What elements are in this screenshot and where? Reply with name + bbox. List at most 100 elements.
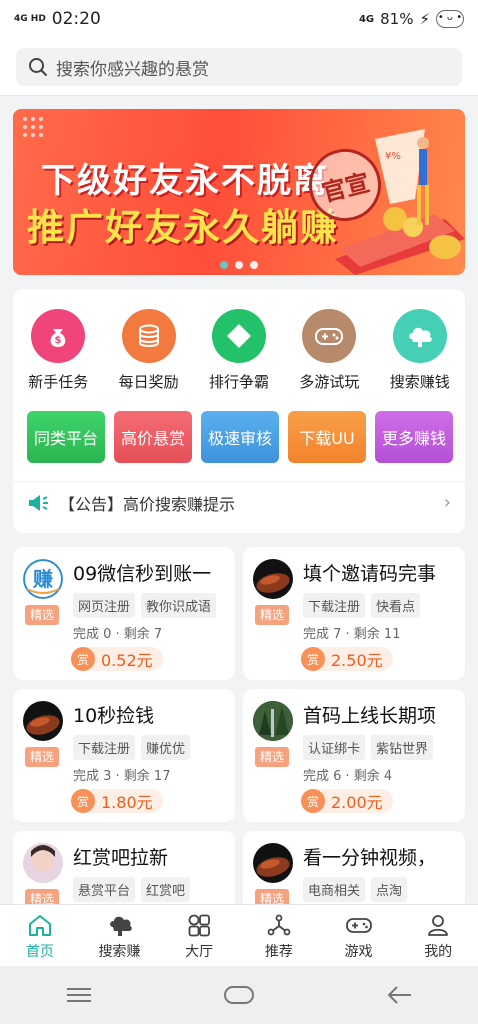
- task-avatar: 赚: [23, 559, 63, 599]
- forest-avatar-icon: [253, 701, 293, 741]
- status-right: 4G 81% ⚡ • ᴗ •: [359, 10, 464, 28]
- shortcut-label: 多游试玩: [299, 373, 360, 391]
- dots-decoration: [23, 117, 43, 137]
- task-reward: 赏 2.50元: [301, 647, 393, 671]
- announcement-bar[interactable]: 【公告】高价搜索赚提示 ›: [13, 481, 465, 523]
- menu-card: $ 新手任务 每日奖励 排行争霸 多游试玩 搜索赚钱 同类平台 高价悬赏 极速审…: [13, 289, 465, 533]
- task-tags: 下载注册 赚优优: [73, 735, 191, 760]
- money-bag-icon: $: [50, 329, 66, 347]
- fast-review-button[interactable]: 极速审核: [201, 411, 279, 463]
- task-tag: 电商相关: [303, 877, 366, 902]
- icon-bg: [121, 309, 176, 363]
- search-earn-icon: [109, 916, 132, 936]
- reward-amount: 0.52元: [101, 651, 153, 670]
- shortcut-games-trial[interactable]: 多游试玩: [284, 309, 374, 392]
- search-input[interactable]: 搜索你感兴趣的悬赏: [16, 48, 462, 86]
- banner-pager: [13, 261, 465, 269]
- task-stats: 完成 0 · 剩余 7: [73, 627, 163, 642]
- pager-dot[interactable]: [220, 261, 228, 269]
- bottom-tab-bar: 首页 搜索赚 大厅 推荐 游戏 我的: [0, 904, 478, 966]
- earn-logo-icon: 赚: [23, 559, 63, 599]
- task-reward: 赏 2.00元: [301, 789, 393, 813]
- task-reward: 赏 1.80元: [71, 789, 163, 813]
- task-tag: 点淘: [371, 877, 408, 902]
- tab-label: 首页: [25, 944, 54, 960]
- task-card[interactable]: 填个邀请码完事 精选 下载注册 快看点 完成 7 · 剩余 11 赏 2.50元: [243, 547, 465, 680]
- tab-hall[interactable]: 大厅: [159, 905, 239, 966]
- back-icon[interactable]: [385, 984, 413, 1006]
- task-card[interactable]: 10秒捡钱 精选 下载注册 赚优优 完成 3 · 剩余 17 赏 1.80元: [13, 689, 235, 822]
- more-earnings-button[interactable]: 更多赚钱: [375, 411, 453, 463]
- task-card[interactable]: 赚 09微信秒到账一 精选 网页注册 教你识成语 完成 0 · 剩余 7 赏 0…: [13, 547, 235, 680]
- task-card[interactable]: 首码上线长期项 精选 认证绑卡 紫钻世界 完成 6 · 剩余 4 赏 2.00元: [243, 689, 465, 822]
- home-button-icon[interactable]: [223, 984, 255, 1006]
- reward-amount: 2.00元: [331, 793, 383, 812]
- task-tags: 电商相关 点淘: [303, 877, 408, 902]
- reward-prefix: 赏: [71, 789, 95, 813]
- svg-text:赚: 赚: [32, 567, 53, 591]
- task-card[interactable]: 红赏吧拉新 精选 悬赏平台 红赏吧: [13, 831, 235, 911]
- gamepad-icon: [345, 918, 372, 933]
- task-title: 10秒捡钱: [73, 705, 155, 727]
- task-tag: 下载注册: [73, 735, 136, 760]
- banner-headline: 下级好友永不脱离: [41, 161, 329, 201]
- shortcut-label: 新手任务: [28, 373, 89, 391]
- megaphone-icon: [29, 494, 48, 511]
- task-card[interactable]: 看一分钟视频， 精选 电商相关 点淘: [243, 831, 465, 911]
- home-icon: [28, 915, 51, 936]
- task-avatar: [23, 701, 63, 741]
- task-title: 填个邀请码完事: [303, 563, 437, 585]
- task-stats: 完成 6 · 剩余 4: [303, 769, 393, 784]
- signal-indicator: 4G: [358, 13, 375, 25]
- reward-prefix: 赏: [71, 647, 95, 671]
- network-indicator: 4G HD: [14, 13, 46, 24]
- tab-label: 我的: [424, 944, 453, 960]
- task-tag: 教你识成语: [141, 593, 217, 618]
- high-reward-button[interactable]: 高价悬赏: [114, 411, 192, 463]
- icon-bg: [302, 309, 357, 363]
- quick-buttons: 同类平台 高价悬赏 极速审核 下载UU 更多赚钱: [27, 411, 453, 463]
- tab-mine[interactable]: 我的: [398, 905, 478, 966]
- tab-games[interactable]: 游戏: [319, 905, 399, 966]
- featured-badge: 精选: [25, 605, 60, 625]
- shortcut-daily-reward[interactable]: 每日奖励: [103, 309, 193, 392]
- tab-label: 推荐: [264, 944, 293, 960]
- shortcut-row: $ 新手任务 每日奖励 排行争霸 多游试玩 搜索赚钱: [13, 309, 465, 392]
- coins-icon: [138, 324, 159, 347]
- shortcut-label: 每日奖励: [118, 373, 179, 391]
- task-avatar: [253, 843, 293, 883]
- shortcut-newbie-tasks[interactable]: $ 新手任务: [13, 309, 103, 392]
- task-tag: 快看点: [371, 593, 421, 618]
- tab-label: 大厅: [185, 944, 214, 960]
- gamepad-icon: [315, 328, 344, 345]
- task-tags: 悬赏平台 红赏吧: [73, 877, 191, 902]
- bean-avatar-icon: [256, 857, 290, 877]
- tab-search-earn[interactable]: 搜索赚: [80, 905, 160, 966]
- tab-recommend[interactable]: 推荐: [239, 905, 319, 966]
- reward-prefix: 赏: [301, 647, 325, 671]
- task-tag: 悬赏平台: [73, 877, 136, 902]
- pager-dot[interactable]: [235, 261, 243, 269]
- icon-bg: $: [31, 309, 86, 363]
- tab-home[interactable]: 首页: [0, 905, 80, 966]
- reward-amount: 1.80元: [101, 793, 153, 812]
- task-title: 看一分钟视频，: [303, 847, 437, 869]
- shortcut-label: 排行争霸: [208, 373, 269, 391]
- menu-icon[interactable]: [65, 985, 93, 1005]
- system-nav-bar: [0, 966, 478, 1024]
- svg-text:¥%: ¥%: [385, 151, 401, 162]
- task-tag: 赚优优: [141, 735, 191, 760]
- task-avatar: [253, 701, 293, 741]
- task-title: 红赏吧拉新: [73, 847, 169, 869]
- shortcut-search-earn[interactable]: 搜索赚钱: [375, 309, 465, 392]
- shortcut-label: 搜索赚钱: [389, 373, 450, 391]
- featured-badge: 精选: [255, 747, 290, 767]
- promo-banner[interactable]: ¥% 下级好友永不脱离 推广好友永久躺赚 官宣: [13, 109, 465, 275]
- cloud-icon: [408, 327, 432, 347]
- similar-platform-button[interactable]: 同类平台: [27, 411, 105, 463]
- pager-dot[interactable]: [250, 261, 258, 269]
- featured-badge: 精选: [255, 605, 290, 625]
- shortcut-ranking[interactable]: 排行争霸: [194, 309, 284, 392]
- task-stats: 完成 7 · 剩余 11: [303, 627, 401, 642]
- download-uu-button[interactable]: 下载UU: [288, 411, 366, 463]
